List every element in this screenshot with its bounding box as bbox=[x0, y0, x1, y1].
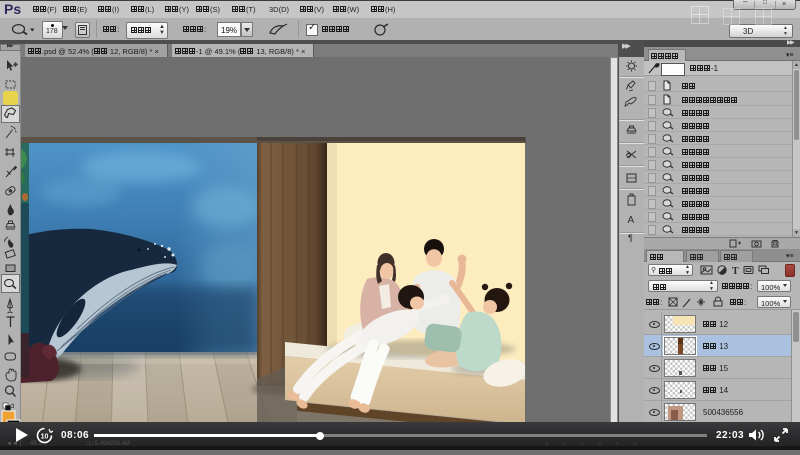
svg-text:10: 10 bbox=[41, 434, 49, 441]
svg-text:A: A bbox=[628, 215, 635, 226]
svg-text:¶: ¶ bbox=[628, 233, 633, 243]
svg-text:T: T bbox=[732, 266, 739, 276]
